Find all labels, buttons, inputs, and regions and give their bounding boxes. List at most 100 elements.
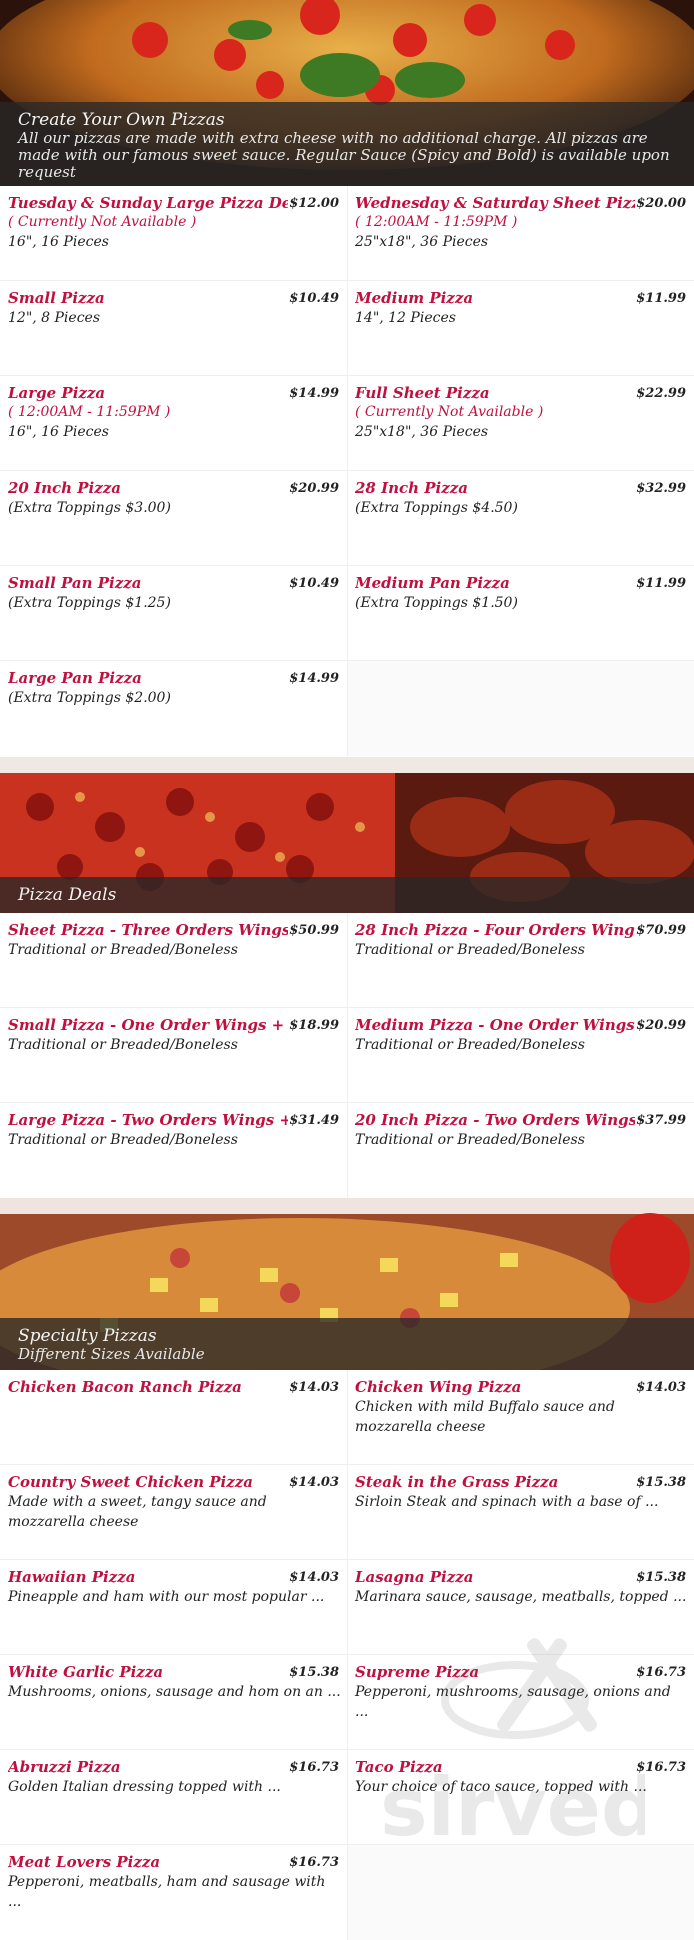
menu-item[interactable]: Hawaiian Pizza $14.03 Pineapple and ham wi…	[0, 1560, 347, 1655]
menu-item-name: Wednesday & Saturday Sheet Pizza Deal	[355, 194, 635, 212]
menu-item-name: Steak in the Grass Pizza	[355, 1473, 559, 1491]
svg-text:sirved: sirved	[380, 1761, 645, 1850]
banner-pizza-deals: Pizza Deals	[0, 757, 694, 913]
menu-item[interactable]: Meat Lovers Pizza $16.73 Pepperoni, meatba…	[0, 1845, 347, 1940]
menu-item[interactable]: Tuesday & Sunday Large Pizza Deal $12.00 (…	[0, 186, 347, 281]
menu-item-price: $15.38	[636, 1475, 686, 1490]
menu-item[interactable]: Large Pizza - Two Orders Wings + 2 Liter…	[0, 1103, 347, 1198]
empty-cell	[347, 1845, 694, 1940]
menu-item-description: (Extra Toppings $4.50)	[355, 500, 518, 516]
menu-item-availability: ( Currently Not Available )	[8, 214, 197, 230]
menu-item-description: Marinara sauce, sausage, meatballs, topp…	[355, 1589, 687, 1605]
menu-item-description: Pineapple and ham with our most popular …	[8, 1589, 325, 1605]
menu-item[interactable]: Medium Pizza $11.99 14", 12 Pieces	[347, 281, 694, 376]
menu-item-description: Chicken with mild Buffalo sauce and mozz…	[355, 1399, 615, 1435]
column-divider	[347, 186, 348, 756]
menu-item-price: $16.73	[289, 1855, 339, 1870]
section-description: All our pizzas are made with extra chees…	[18, 129, 670, 181]
menu-item-name: Medium Pan Pizza	[355, 574, 510, 592]
menu-item-description: 16", 16 Pieces	[8, 234, 109, 250]
menu-item-description: 16", 16 Pieces	[8, 424, 109, 440]
empty-cell	[347, 661, 694, 756]
menu-item[interactable]: Wednesday & Saturday Sheet Pizza Deal$20…	[347, 186, 694, 281]
menu-item[interactable]: Medium Pizza - One Order Wings + 1 Liter…	[347, 1008, 694, 1103]
menu-grid-pizza-deals: Sheet Pizza - Three Orders Wings + 2 Lit…	[0, 913, 694, 1198]
menu-item[interactable]: Small Pan Pizza $10.49 (Extra Toppings $1.…	[0, 566, 347, 661]
menu-item[interactable]: Small Pizza $10.49 12", 8 Pieces	[0, 281, 347, 376]
menu-item-price: $11.99	[636, 291, 686, 306]
section-description: Different Sizes Available	[18, 1345, 205, 1363]
menu-item-name: White Garlic Pizza	[8, 1663, 164, 1681]
menu-item-availability: ( Currently Not Available )	[355, 404, 544, 420]
menu-item-price: $14.99	[289, 671, 339, 686]
menu-item-price: $14.03	[289, 1570, 339, 1585]
menu-page: Create Your Own Pizzas All our pizzas ar…	[0, 0, 694, 1940]
section-title: Create Your Own Pizzas	[18, 110, 225, 130]
menu-item-price: $14.99	[289, 386, 339, 401]
menu-item-name: Sheet Pizza - Three Orders Wings + 2 Lit…	[8, 921, 288, 939]
menu-item-description: 14", 12 Pieces	[355, 310, 456, 326]
banner-specialty-pizzas: Specialty Pizzas Different Sizes Availab…	[0, 1198, 694, 1370]
menu-item-price: $14.03	[289, 1380, 339, 1395]
menu-item[interactable]: White Garlic Pizza $15.38 Mushrooms, onion…	[0, 1655, 347, 1750]
menu-item-price: $22.99	[636, 386, 686, 401]
menu-item-description: Pepperoni, meatballs, ham and sausage wi…	[8, 1874, 326, 1910]
menu-item-name: 28 Inch Pizza - Four Orders Wings + One	[355, 921, 635, 939]
sirved-logo: sirved	[380, 1638, 645, 1850]
menu-item-price: $18.99	[289, 1018, 339, 1033]
menu-item[interactable]: Chicken Wing Pizza $14.03 Chicken with mil…	[347, 1370, 694, 1465]
menu-item-name: Chicken Bacon Ranch Pizza	[8, 1378, 242, 1396]
menu-item-price: $12.00	[289, 196, 339, 211]
column-divider	[347, 1370, 348, 1940]
menu-item-description: (Extra Toppings $1.25)	[8, 595, 171, 611]
menu-item[interactable]: Medium Pan Pizza $11.99 (Extra Toppings $1…	[347, 566, 694, 661]
menu-item-price: $15.38	[289, 1665, 339, 1680]
menu-item-name: Large Pizza - Two Orders Wings + 2 Liter	[8, 1111, 288, 1129]
section-title: Specialty Pizzas	[18, 1326, 157, 1346]
column-divider	[347, 913, 348, 1198]
menu-item-price: $20.00	[636, 196, 686, 211]
menu-item[interactable]: 28 Inch Pizza - Four Orders Wings + One$…	[347, 913, 694, 1008]
menu-item-name: Small Pizza - One Order Wings + 1 Liter	[8, 1016, 288, 1034]
menu-item-name: Meat Lovers Pizza	[8, 1853, 161, 1871]
menu-item-description: (Extra Toppings $1.50)	[355, 595, 518, 611]
banner-caption: Specialty Pizzas Different Sizes Availab…	[0, 1318, 694, 1370]
menu-item-description: Traditional or Breaded/Boneless	[355, 1132, 585, 1148]
menu-item-name: Hawaiian Pizza	[8, 1568, 136, 1586]
menu-item-price: $15.38	[636, 1570, 686, 1585]
menu-item[interactable]: Steak in the Grass Pizza $15.38 Sirloin St…	[347, 1465, 694, 1560]
menu-item-description: Traditional or Breaded/Boneless	[8, 1132, 238, 1148]
menu-item-description: Mushrooms, onions, sausage and hom on an…	[8, 1684, 341, 1700]
menu-item[interactable]: 28 Inch Pizza $32.99 (Extra Toppings $4.50…	[347, 471, 694, 566]
menu-item[interactable]: Large Pan Pizza $14.99 (Extra Toppings $2.…	[0, 661, 347, 756]
menu-item-name: Large Pizza	[8, 384, 106, 402]
menu-item-name: Country Sweet Chicken Pizza	[8, 1473, 253, 1491]
menu-item[interactable]: Small Pizza - One Order Wings + 1 Liter$…	[0, 1008, 347, 1103]
menu-item[interactable]: Country Sweet Chicken Pizza $14.03 Made wi…	[0, 1465, 347, 1560]
menu-item-description: 25"x18", 36 Pieces	[355, 424, 489, 440]
menu-item-price: $32.99	[636, 481, 686, 496]
menu-item-name: Medium Pizza	[355, 289, 474, 307]
menu-item-price: $20.99	[636, 1018, 686, 1033]
menu-item[interactable]: Abruzzi Pizza $16.73 Golden Italian dressi…	[0, 1750, 347, 1845]
menu-item[interactable]: 20 Inch Pizza - Two Orders Wings + 2 Lit…	[347, 1103, 694, 1198]
menu-item-name: 20 Inch Pizza	[8, 479, 122, 497]
menu-item-price: $11.99	[636, 576, 686, 591]
menu-item[interactable]: Sheet Pizza - Three Orders Wings + 2 Lit…	[0, 913, 347, 1008]
banner-caption: Create Your Own Pizzas All our pizzas ar…	[0, 102, 694, 186]
menu-item-description: (Extra Toppings $3.00)	[8, 500, 171, 516]
menu-item-name: Large Pan Pizza	[8, 669, 142, 687]
menu-item[interactable]: Full Sheet Pizza $22.99 ( Currently Not Av…	[347, 376, 694, 471]
menu-item-description: Golden Italian dressing topped with ...	[8, 1779, 281, 1795]
menu-item[interactable]: Chicken Bacon Ranch Pizza $14.03	[0, 1370, 347, 1465]
menu-item-description: (Extra Toppings $2.00)	[8, 690, 171, 706]
menu-item[interactable]: 20 Inch Pizza $20.99 (Extra Toppings $3.00…	[0, 471, 347, 566]
menu-item-name: Small Pizza	[8, 289, 105, 307]
menu-item-price: $10.49	[289, 291, 339, 306]
menu-item-description: Sirloin Steak and spinach with a base of…	[355, 1494, 659, 1510]
menu-item-availability: ( 12:00AM - 11:59PM )	[8, 404, 171, 420]
menu-item-price: $16.73	[289, 1760, 339, 1775]
menu-item[interactable]: Large Pizza $14.99 ( 12:00AM - 11:59PM ) 16…	[0, 376, 347, 471]
menu-item-price: $14.03	[289, 1475, 339, 1490]
menu-item-price: $70.99	[636, 923, 686, 938]
